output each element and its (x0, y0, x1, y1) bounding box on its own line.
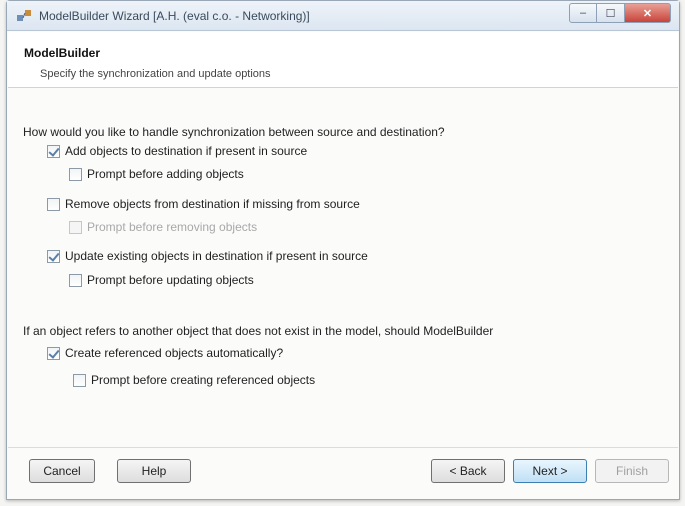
option-add-objects[interactable]: Add objects to destination if present in… (47, 144, 307, 158)
wizard-window: ModelBuilder Wizard [A.H. (eval c.o. - N… (6, 0, 680, 500)
create-referenced-checkbox[interactable] (47, 346, 60, 360)
minimize-button[interactable]: – (569, 3, 597, 23)
page-title: ModelBuilder (24, 46, 101, 60)
prompt-add-label: Prompt before adding objects (87, 167, 244, 181)
option-remove-objects[interactable]: Remove objects from destination if missi… (47, 197, 360, 211)
next-button[interactable]: Next > (513, 459, 587, 483)
remove-objects-checkbox[interactable] (47, 197, 60, 211)
title-bar[interactable]: ModelBuilder Wizard [A.H. (eval c.o. - N… (7, 1, 679, 31)
page-subtitle: Specify the synchronization and update o… (40, 68, 271, 80)
back-button[interactable]: < Back (431, 459, 505, 483)
add-objects-label: Add objects to destination if present in… (65, 144, 308, 158)
option-prompt-add[interactable]: Prompt before adding objects (69, 167, 244, 181)
update-objects-checkbox[interactable] (47, 249, 60, 263)
footer-divider (8, 447, 678, 448)
close-button[interactable]: ✕ (625, 3, 671, 23)
maximize-button[interactable]: ☐ (597, 3, 625, 23)
prompt-create-label: Prompt before creating referenced object… (91, 373, 316, 387)
update-objects-label: Update existing objects in destination i… (65, 249, 368, 263)
prompt-remove-checkbox (69, 220, 82, 234)
create-referenced-label: Create referenced objects automatically? (65, 346, 284, 360)
option-prompt-remove: Prompt before removing objects (69, 220, 257, 234)
finish-button: Finish (595, 459, 669, 483)
option-prompt-create[interactable]: Prompt before creating referenced object… (73, 373, 315, 387)
sync-question: How would you like to handle synchroniza… (23, 125, 445, 139)
prompt-update-checkbox[interactable] (69, 273, 82, 287)
add-objects-checkbox[interactable] (47, 144, 60, 158)
help-button[interactable]: Help (117, 459, 191, 483)
prompt-update-label: Prompt before updating objects (87, 273, 254, 287)
app-icon (17, 10, 31, 21)
prompt-create-checkbox[interactable] (73, 373, 86, 387)
remove-objects-label: Remove objects from destination if missi… (65, 197, 360, 211)
window-title: ModelBuilder Wizard [A.H. (eval c.o. - N… (39, 9, 310, 23)
option-update-objects[interactable]: Update existing objects in destination i… (47, 249, 368, 263)
cancel-button[interactable]: Cancel (29, 459, 95, 483)
prompt-add-checkbox[interactable] (69, 167, 82, 181)
option-prompt-update[interactable]: Prompt before updating objects (69, 273, 254, 287)
prompt-remove-label: Prompt before removing objects (87, 220, 258, 234)
option-create-referenced[interactable]: Create referenced objects automatically? (47, 346, 283, 360)
wizard-header: ModelBuilder Specify the synchronization… (8, 32, 678, 88)
reference-question: If an object refers to another object th… (23, 324, 494, 338)
window-controls: – ☐ ✕ (569, 3, 671, 25)
